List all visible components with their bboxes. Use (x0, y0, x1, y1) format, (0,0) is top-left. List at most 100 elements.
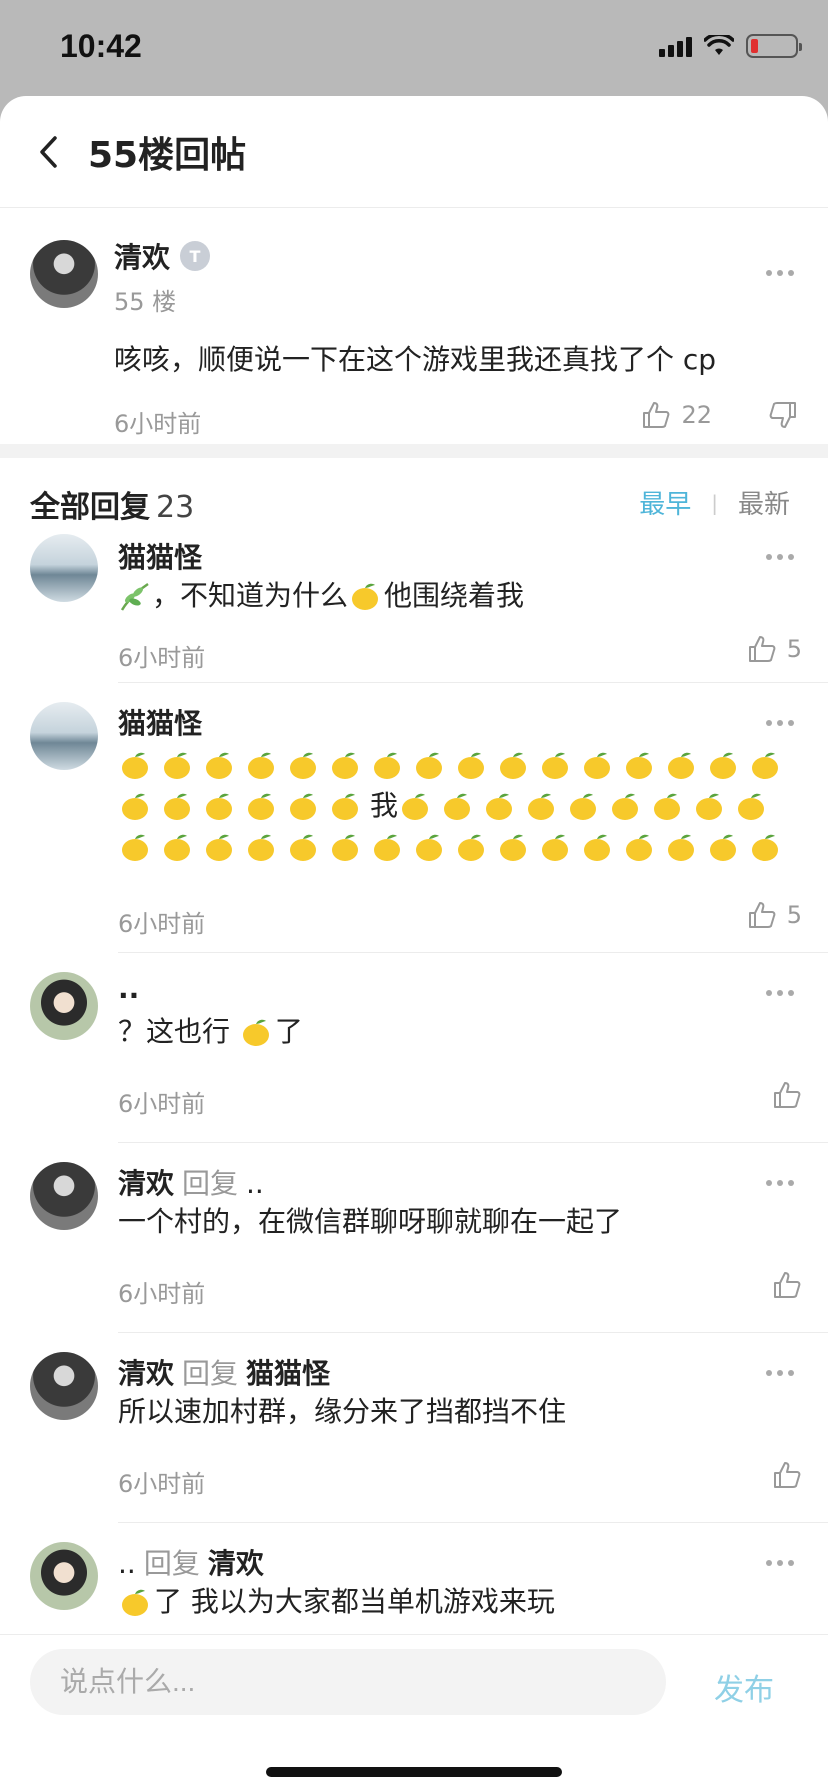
lemon-emoji-icon (654, 793, 681, 820)
more-options-button[interactable] (766, 1370, 794, 1376)
like-button[interactable]: 22 (641, 400, 712, 430)
lemon-emoji-icon (738, 793, 765, 820)
reply-author[interactable]: 猫猫怪 (118, 702, 202, 742)
reply-text: 所以速加村群，缘分来了挡都挡不住 (118, 1395, 567, 1428)
lemon-emoji-icon (374, 834, 400, 861)
thumbs-up-icon (748, 902, 776, 928)
reply-author[interactable]: 清欢 回复.. (118, 1162, 264, 1202)
like-button[interactable] (772, 1080, 802, 1110)
reply-text: ，不知道为什么 他围绕着我 (118, 576, 794, 616)
post-content: 咳咳，顺便说一下在这个游戏里我还真找了个 cp (114, 343, 717, 376)
reply-text: ？这也行 了 (118, 1012, 794, 1052)
lemon-emoji-icon (122, 1589, 148, 1616)
lemon-emoji-icon (542, 834, 568, 861)
reply-text-part: 他围绕着我 (384, 579, 525, 612)
replies-title-label: 全部回复 (30, 490, 150, 525)
reply-text-part: 我 (370, 789, 399, 822)
herb-emoji-icon (120, 582, 149, 611)
thumbs-up-icon (774, 1272, 801, 1298)
reply-text: 我 (118, 744, 794, 867)
like-button[interactable]: 5 (747, 634, 802, 664)
sort-earliest-button[interactable]: 最早 (639, 484, 691, 521)
lemon-emoji-icon (242, 1019, 269, 1046)
lemon-emoji-icon (416, 834, 442, 861)
replies-count: 23 (156, 490, 195, 525)
lemon-emoji-icon (290, 793, 316, 820)
reply-to-label: 回复 (182, 1167, 239, 1200)
level-badge-icon: T (180, 241, 211, 271)
lemon-emoji-icon (500, 752, 526, 779)
lemon-emoji-icon (374, 752, 400, 779)
thumbs-down-icon (769, 402, 796, 428)
home-indicator (266, 1767, 562, 1777)
reply-item: 清欢 回复.. 一个村的，在微信群聊呀聊就聊在一起了 6小时前 (0, 1142, 828, 1333)
reply-author[interactable]: 猫猫怪 (118, 536, 202, 576)
more-options-button[interactable] (766, 1180, 794, 1186)
lemon-emoji-icon (290, 752, 316, 779)
comment-input[interactable] (30, 1649, 666, 1715)
lemon-emoji-icon (402, 793, 429, 820)
avatar[interactable] (30, 972, 98, 1040)
section-divider (0, 444, 828, 458)
reply-target-name: .. (246, 1167, 264, 1200)
lemon-emoji-icon (164, 793, 190, 820)
sort-separator: | (711, 490, 718, 515)
status-bar: 10:42 (0, 0, 828, 96)
post-time: 6小时前 (114, 410, 202, 438)
reply-item: 猫猫怪 ，不知道为什么 他围绕着我 6小时前 5 (0, 532, 828, 683)
lemon-emoji-icon (122, 834, 148, 861)
reply-target-name: 猫猫怪 (246, 1357, 331, 1390)
lemon-emoji-icon (206, 793, 232, 820)
like-button[interactable] (772, 1460, 802, 1490)
avatar[interactable] (30, 1352, 98, 1420)
lemon-emoji-icon (710, 834, 736, 861)
avatar[interactable] (30, 702, 98, 770)
like-button[interactable]: 5 (747, 900, 802, 930)
lemon-emoji-icon (668, 752, 694, 779)
reply-to-label: 回复 (182, 1357, 239, 1390)
floor-number: 55 楼 (114, 288, 177, 316)
lemon-emoji-icon (248, 752, 274, 779)
reply-text-part: ？这也行 (118, 1015, 239, 1048)
lemon-emoji-icon (626, 752, 652, 779)
status-icons (659, 34, 802, 58)
back-button[interactable] (26, 130, 70, 174)
avatar[interactable] (30, 1542, 98, 1610)
more-options-button[interactable] (766, 990, 794, 996)
lemon-emoji-icon (458, 752, 484, 779)
reply-time: 6小时前 (118, 1470, 206, 1498)
lemon-emoji-icon (584, 834, 610, 861)
signal-icon (659, 35, 692, 57)
battery-icon (746, 34, 802, 58)
reply-text: 一个村的，在微信群聊呀聊就聊在一起了 (118, 1205, 623, 1238)
status-time: 10:42 (60, 28, 142, 64)
reply-author[interactable]: 清欢 回复 猫猫怪 (118, 1352, 330, 1392)
post-author[interactable]: 清欢 T (114, 236, 211, 276)
lemon-emoji-icon (612, 793, 639, 820)
reply-author[interactable]: .. (118, 972, 139, 1005)
more-options-button[interactable] (766, 554, 794, 560)
reply-item: 猫猫怪 我 6小时前 5 (0, 682, 828, 953)
more-options-button[interactable] (766, 270, 794, 276)
dislike-button[interactable] (768, 400, 798, 434)
thumbs-up-icon (748, 636, 776, 662)
reply-time: 6小时前 (118, 1280, 206, 1308)
lemon-emoji-icon (352, 583, 379, 610)
avatar[interactable] (30, 534, 98, 602)
reply-item: .. ？这也行 了 6小时前 (0, 952, 828, 1143)
reply-author-name: .. (118, 972, 140, 1005)
publish-button[interactable]: 发布 (714, 1665, 774, 1709)
reply-target-name: 清欢 (207, 1547, 264, 1580)
avatar[interactable] (30, 240, 98, 308)
lemon-emoji-icon (332, 793, 358, 820)
sort-latest-button[interactable]: 最新 (738, 484, 790, 521)
like-button[interactable] (772, 1270, 802, 1300)
lemon-emoji-icon (696, 793, 723, 820)
more-options-button[interactable] (766, 1560, 794, 1566)
like-count: 5 (786, 635, 802, 663)
more-options-button[interactable] (766, 720, 794, 726)
lemon-emoji-icon (122, 752, 148, 779)
reply-author[interactable]: .. 回复 清欢 (118, 1542, 264, 1582)
avatar[interactable] (30, 1162, 98, 1230)
lemon-emoji-icon (528, 793, 555, 820)
